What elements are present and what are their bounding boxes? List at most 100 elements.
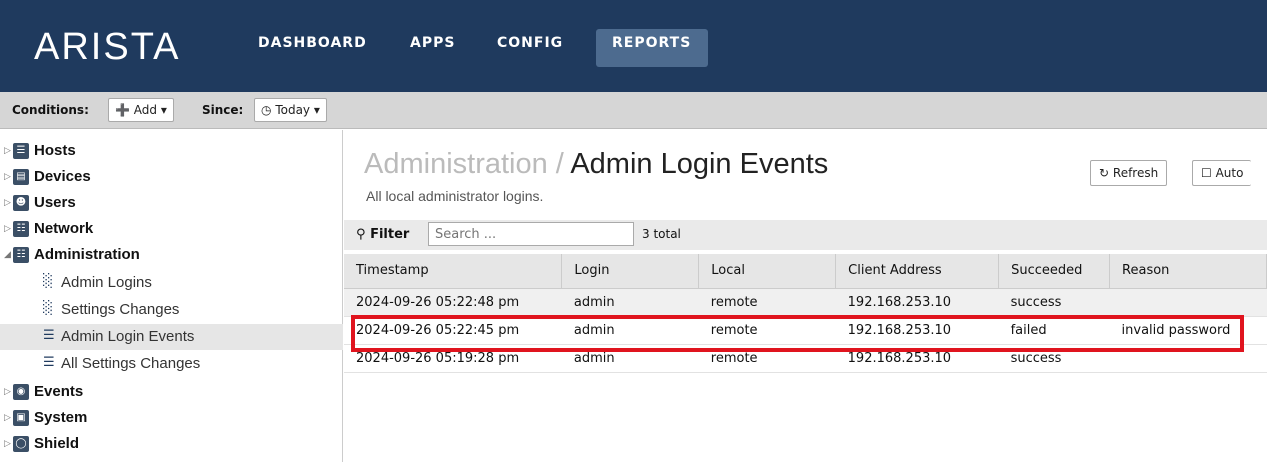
caret-down-icon: ▾ [313,103,320,117]
events-table: Timestamp Login Local Client Address Suc… [344,254,1267,373]
table-row[interactable]: 2024-09-26 05:22:48 pm admin remote 192.… [344,288,1267,317]
table-header-row: Timestamp Login Local Client Address Suc… [344,254,1267,289]
nav-dashboard[interactable]: DASHBOARD [258,35,367,51]
table-cell: remote [698,344,836,373]
table-cell: 192.168.253.10 [835,288,999,317]
sidebar-subitem-admin-login-events[interactable]: ☰ Admin Login Events [0,324,343,350]
sidebar-item-users[interactable]: ▷ ☻ Users [0,192,343,218]
table-row[interactable]: 2024-09-26 05:19:28 pm admin remote 192.… [344,344,1267,373]
table-cell: 192.168.253.10 [835,344,999,373]
add-condition-button[interactable]: ➕ Add ▾ [108,98,174,122]
sidebar-item-system[interactable]: ▷ ▣ System [0,407,343,433]
nav-config[interactable]: CONFIG [497,35,563,51]
list-icon: ☰ [43,355,55,370]
table-cell: success [998,288,1110,317]
sidebar-subitem-settings-changes[interactable]: ░ Settings Changes [0,297,343,323]
sidebar-subitem-admin-logins[interactable]: ░ Admin Logins [0,270,343,296]
page-title: Administration / Admin Login Events [364,148,828,181]
page-subtitle: All local administrator logins. [366,188,544,204]
table-row[interactable]: 2024-09-26 05:22:45 pm admin remote 192.… [344,316,1267,345]
expand-arrow-icon[interactable]: ▷ [4,224,11,234]
search-input[interactable] [428,222,634,246]
table-cell: success [998,344,1110,373]
table-cell: 2024-09-26 05:19:28 pm [344,344,562,373]
expand-arrow-icon[interactable]: ▷ [4,413,11,423]
sidebar-item-label: Events [34,383,84,400]
clock-icon: ◷ [261,103,272,117]
column-header[interactable]: Client Address [835,254,1000,289]
main-content: Administration / Admin Login Events All … [344,130,1267,462]
network-icon: ☷ [13,221,29,237]
sidebar-subitem-all-settings-changes[interactable]: ☰ All Settings Changes [0,351,343,377]
expand-arrow-icon[interactable]: ▷ [4,439,11,449]
checkbox-icon: ☐ [1201,166,1212,180]
column-header[interactable]: Login [561,254,700,289]
total-count: 3 total [642,227,681,241]
sidebar-item-events[interactable]: ▷ ◉ Events [0,381,343,407]
expand-arrow-icon[interactable]: ▷ [4,172,11,182]
sidebar-item-label: System [34,409,88,426]
column-header[interactable]: Timestamp [344,254,563,289]
sidebar: ▷ ☰ Hosts ▷ ▤ Devices ▷ ☻ Users ▷ ☷ Netw… [0,130,343,462]
current-page-title: Admin Login Events [570,148,829,180]
today-label: Today [275,103,311,117]
table-cell: remote [698,288,836,317]
sidebar-item-network[interactable]: ▷ ☷ Network [0,218,343,244]
nav-apps[interactable]: APPS [410,35,455,51]
sidebar-item-shield[interactable]: ▷ ◯ Shield [0,433,343,459]
arista-logo[interactable]: ARISTA [34,26,180,69]
column-header[interactable]: Reason [1109,254,1267,289]
refresh-button[interactable]: ↻ Refresh [1090,160,1168,186]
expand-arrow-icon[interactable]: ▷ [4,146,11,156]
column-header[interactable]: Succeeded [998,254,1111,289]
since-dropdown[interactable]: ◷ Today ▾ [254,98,327,122]
sidebar-item-administration[interactable]: ◢ ☷ Administration [0,244,343,270]
administration-icon: ☷ [13,247,29,263]
filter-label: ⚲ Filter [356,227,409,242]
sidebar-item-hosts[interactable]: ▷ ☰ Hosts [0,140,343,166]
expand-arrow-icon[interactable]: ▷ [4,387,11,397]
system-icon: ▣ [13,410,29,426]
add-circle-icon: ➕ [115,103,130,117]
table-cell [1109,288,1267,317]
breadcrumb[interactable]: Administration / [364,148,564,180]
sidebar-item-devices[interactable]: ▷ ▤ Devices [0,166,343,192]
table-cell: admin [561,344,699,373]
sidebar-subitem-label: Admin Logins [61,274,152,291]
since-label: Since: [202,103,244,117]
filter-bar: ⚲ Filter 3 total [344,220,1267,250]
column-header[interactable]: Local [698,254,837,289]
sidebar-item-label: Devices [34,168,91,185]
list-icon: ☰ [43,328,55,343]
auto-refresh-toggle[interactable]: ☐ Auto [1192,160,1252,186]
sidebar-item-label: Administration [34,246,140,263]
filter-label-text: Filter [370,227,410,242]
table-cell: 192.168.253.10 [835,316,999,345]
table-cell: failed [998,316,1110,345]
add-label: Add [133,103,158,117]
refresh-label: Refresh [1112,166,1159,180]
top-nav: ARISTA DASHBOARD APPS CONFIG REPORTS [0,0,1267,92]
auto-label: Auto [1215,166,1244,180]
events-icon: ◉ [13,384,29,400]
search-icon: ⚲ [356,227,366,242]
hosts-icon: ☰ [13,143,29,159]
bar-chart-icon: ░ [43,301,53,316]
table-cell: invalid password [1109,316,1267,345]
nav-reports[interactable]: REPORTS [612,35,691,51]
users-icon: ☻ [13,195,29,211]
sidebar-subitem-label: Admin Login Events [61,328,195,345]
expand-arrow-icon[interactable]: ▷ [4,198,11,208]
table-cell [1109,344,1267,373]
conditions-bar: Conditions: ➕ Add ▾ Since: ◷ Today ▾ [0,92,1267,129]
sidebar-item-label: Network [34,220,94,237]
conditions-label: Conditions: [12,103,89,117]
sidebar-subitem-label: All Settings Changes [61,355,201,372]
table-cell: admin [561,288,699,317]
collapse-arrow-icon[interactable]: ◢ [4,250,11,260]
table-cell: admin [561,316,699,345]
devices-icon: ▤ [13,169,29,185]
sidebar-subitem-label: Settings Changes [61,301,180,318]
caret-down-icon: ▾ [160,103,167,117]
sidebar-item-label: Shield [34,435,80,452]
